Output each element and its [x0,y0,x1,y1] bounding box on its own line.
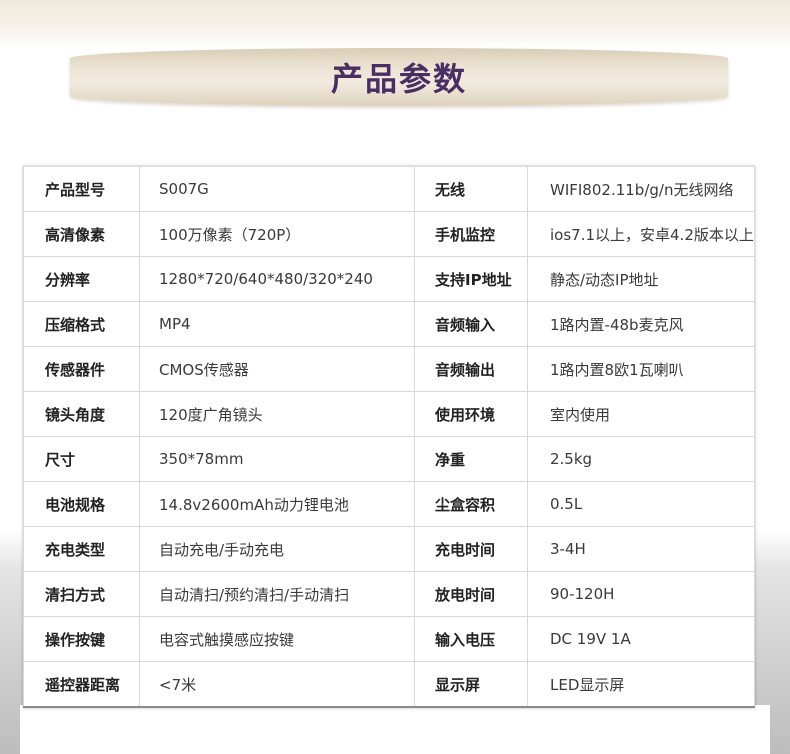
spec-value: 1路内置8欧1瓦喇叭 [527,346,755,392]
spec-label: 清扫方式 [23,571,140,617]
spec-value: <7米 [139,661,415,708]
spec-label: 输入电压 [414,616,528,662]
spec-label: 分辨率 [23,256,140,302]
top-background [0,0,790,48]
spec-label: 高清像素 [23,211,140,257]
spec-label: 无线 [414,166,528,212]
table-row: 传感器件 CMOS传感器 音频输出 1路内置8欧1瓦喇叭 [23,346,755,392]
table-row: 分辨率 1280*720/640*480/320*240 支持IP地址 静态/动态IP… [23,256,755,302]
spec-value: 14.8v2600mAh动力锂电池 [139,481,415,527]
spec-value: 1280*720/640*480/320*240 [139,256,415,302]
spec-label: 充电类型 [23,526,140,572]
spec-label: 尘盒容积 [414,481,528,527]
table-row: 清扫方式 自动清扫/预约清扫/手动清扫 放电时间 90-120H [23,571,755,617]
spec-value: WIFI802.11b/g/n无线网络 [527,166,755,212]
spec-label: 操作按键 [23,616,140,662]
bottom-background-panel [20,705,770,754]
spec-value: LED显示屏 [527,661,755,708]
spec-value: 电容式触摸感应按键 [139,616,415,662]
spec-value: MP4 [139,301,415,347]
spec-value: 350*78mm [139,436,415,482]
spec-label: 传感器件 [23,346,140,392]
spec-value: 室内使用 [527,391,755,437]
spec-label: 压缩格式 [23,301,140,347]
spec-value: 自动充电/手动充电 [139,526,415,572]
spec-value: ios7.1以上，安卓4.2版本以上 [527,211,755,257]
spec-label: 电池规格 [23,481,140,527]
specs-table-body: 产品型号 S007G 无线 WIFI802.11b/g/n无线网络 高清像素 100万像素… [23,166,755,708]
spec-label: 净重 [414,436,528,482]
table-row: 产品型号 S007G 无线 WIFI802.11b/g/n无线网络 [23,166,755,212]
spec-value: 2.5kg [527,436,755,482]
table-row: 压缩格式 MP4 音频输入 1路内置-48b麦克风 [23,301,755,347]
table-row: 高清像素 100万像素（720P） 手机监控 ios7.1以上，安卓4.2版本以上 [23,211,755,257]
spec-label: 遥控器距离 [23,661,140,708]
specs-table: 产品型号 S007G 无线 WIFI802.11b/g/n无线网络 高清像素 100万像素… [23,166,755,708]
spec-value: DC 19V 1A [527,616,755,662]
spec-label: 放电时间 [414,571,528,617]
spec-label: 显示屏 [414,661,528,708]
spec-value: 0.5L [527,481,755,527]
spec-value: 自动清扫/预约清扫/手动清扫 [139,571,415,617]
spec-label: 充电时间 [414,526,528,572]
spec-label: 尺寸 [23,436,140,482]
table-row: 镜头角度 120度广角镜头 使用环境 室内使用 [23,391,755,437]
spec-label: 镜头角度 [23,391,140,437]
spec-label: 音频输入 [414,301,528,347]
spec-value: 100万像素（720P） [139,211,415,257]
table-row: 遥控器距离 <7米 显示屏 LED显示屏 [23,661,755,708]
title-banner: 产品参数 [70,48,728,106]
spec-value: 静态/动态IP地址 [527,256,755,302]
spec-value: 90-120H [527,571,755,617]
page-title: 产品参数 [330,60,467,98]
spec-label: 手机监控 [414,211,528,257]
spec-value: CMOS传感器 [139,346,415,392]
spec-label: 使用环境 [414,391,528,437]
table-row: 充电类型 自动充电/手动充电 充电时间 3-4H [23,526,755,572]
table-row: 电池规格 14.8v2600mAh动力锂电池 尘盒容积 0.5L [23,481,755,527]
spec-label: 音频输出 [414,346,528,392]
spec-value: 120度广角镜头 [139,391,415,437]
spec-value: 3-4H [527,526,755,572]
spec-value: 1路内置-48b麦克风 [527,301,755,347]
table-row: 尺寸 350*78mm 净重 2.5kg [23,436,755,482]
spec-label: 产品型号 [23,166,140,212]
spec-value: S007G [139,166,415,212]
spec-label: 支持IP地址 [414,256,528,302]
table-row: 操作按键 电容式触摸感应按键 输入电压 DC 19V 1A [23,616,755,662]
